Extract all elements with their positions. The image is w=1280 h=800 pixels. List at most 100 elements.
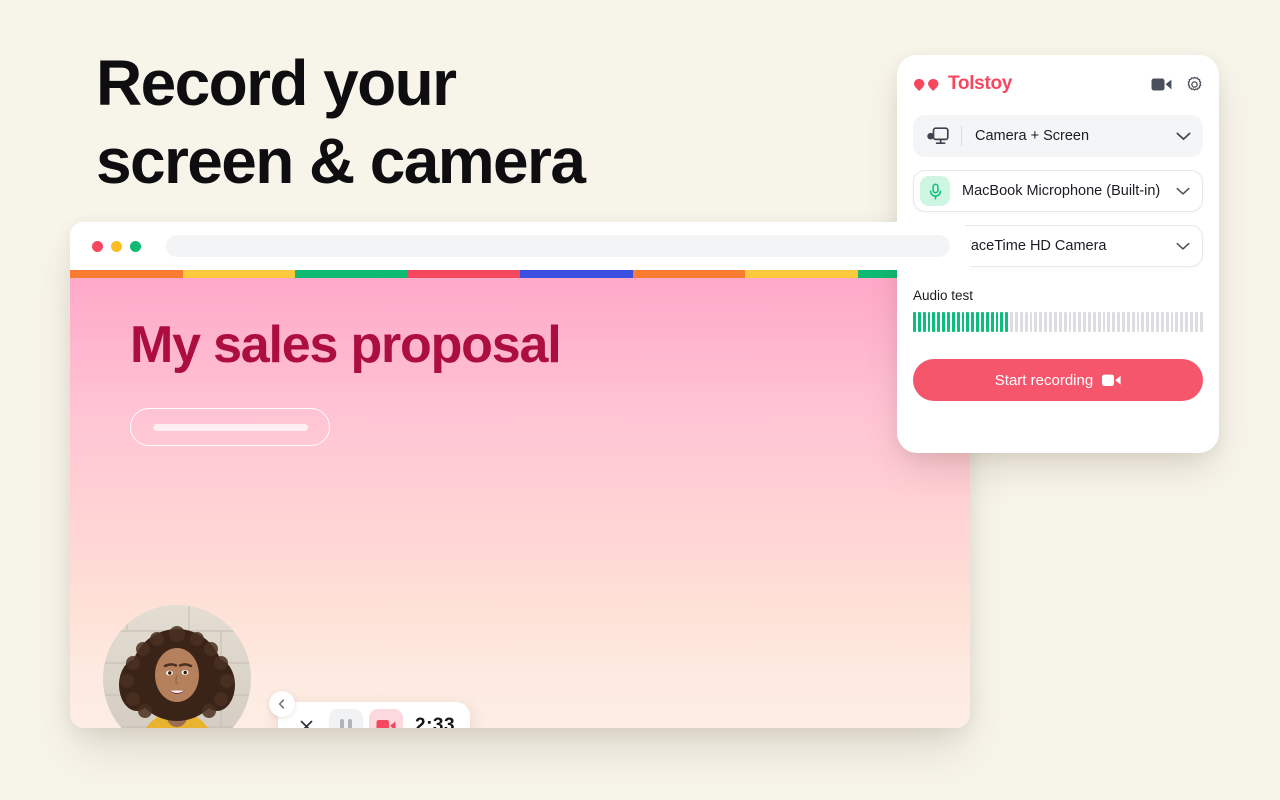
- stripe-segment: [745, 270, 858, 278]
- microphone-icon: [920, 176, 950, 206]
- brand-logo: Tolstoy: [913, 73, 1012, 95]
- window-minimize-icon[interactable]: [111, 240, 122, 252]
- audio-meter-bar: [995, 312, 999, 332]
- audio-meter-bar: [1005, 312, 1009, 332]
- audio-meter-bar: [932, 312, 936, 332]
- audio-meter-bar: [1107, 312, 1111, 332]
- screen-camera-icon: [927, 126, 949, 146]
- window-close-icon[interactable]: [92, 240, 103, 252]
- audio-meter-bar: [956, 312, 960, 332]
- stripe-segment: [295, 270, 408, 278]
- audio-level-meter: [913, 312, 1203, 332]
- panel-header: Tolstoy: [913, 55, 1203, 107]
- audio-test-section: Audio test: [913, 288, 1203, 332]
- audio-meter-bar: [913, 312, 916, 332]
- audio-meter-bar: [1063, 312, 1067, 332]
- chevron-down-icon[interactable]: [1176, 242, 1190, 251]
- audio-meter-bar: [1087, 312, 1091, 332]
- recording-source-select[interactable]: Camera + Screen: [913, 115, 1203, 157]
- audio-meter-bar: [937, 312, 941, 332]
- audio-meter-bar: [1185, 312, 1188, 332]
- stripe-segment: [70, 270, 183, 278]
- traffic-lights: [86, 240, 141, 252]
- stripe-segment: [632, 270, 745, 278]
- collapse-toolbar-button[interactable]: [269, 691, 295, 717]
- audio-meter-bar: [1000, 312, 1004, 332]
- audio-meter-bar: [942, 312, 946, 332]
- audio-meter-bar: [1121, 312, 1125, 332]
- audio-meter-bar: [1102, 312, 1106, 332]
- stripe-segment: [407, 270, 520, 278]
- stripe-segment: [520, 270, 633, 278]
- audio-meter-bar: [1044, 312, 1048, 332]
- audio-meter-bar: [1092, 312, 1096, 332]
- audio-meter-bar: [1160, 312, 1164, 332]
- pause-icon: [340, 719, 352, 728]
- audio-meter-bar: [990, 312, 994, 332]
- select-divider: [961, 126, 962, 146]
- slide-cta-button[interactable]: [130, 408, 330, 446]
- audio-meter-bar: [985, 312, 989, 332]
- audio-meter-bar: [1189, 312, 1193, 332]
- audio-meter-bar: [1146, 312, 1150, 332]
- audio-meter-bar: [917, 312, 921, 332]
- stripe-segment: [182, 270, 295, 278]
- chevron-down-icon[interactable]: [1176, 132, 1191, 141]
- audio-meter-bar: [1180, 312, 1184, 332]
- start-recording-label: Start recording: [994, 371, 1094, 389]
- toggle-camera-button[interactable]: [369, 709, 403, 728]
- panel-header-actions: [1151, 76, 1203, 93]
- recording-timer: 2:33: [415, 715, 456, 728]
- audio-meter-bar: [1083, 312, 1086, 332]
- slide-cta-placeholder-bar: [152, 423, 308, 431]
- chevron-left-icon: [278, 699, 285, 709]
- tolstoy-dots-icon: [913, 77, 940, 92]
- audio-meter-bar: [1058, 312, 1062, 332]
- audio-meter-bar: [1073, 312, 1077, 332]
- audio-meter-bar: [1126, 312, 1130, 332]
- video-camera-icon[interactable]: [1151, 77, 1172, 92]
- camera-value: FaceTime HD Camera: [962, 238, 1107, 254]
- audio-meter-bar: [1068, 312, 1072, 332]
- audio-meter-bar: [1034, 312, 1038, 332]
- audio-meter-bar: [1155, 312, 1159, 332]
- presenter-webcam-bubble: [103, 605, 251, 728]
- audio-test-label: Audio test: [913, 288, 974, 303]
- audio-meter-bar: [961, 312, 965, 332]
- page-headline: Record your screen & camera: [96, 47, 586, 197]
- close-icon: [300, 720, 312, 728]
- start-recording-button[interactable]: Start recording: [913, 359, 1203, 401]
- audio-meter-bar: [951, 312, 955, 332]
- microphone-select[interactable]: MacBook Microphone (Built-in): [913, 170, 1203, 212]
- audio-meter-bar: [1078, 312, 1082, 332]
- recorder-buttons: 2:33: [278, 702, 471, 728]
- pause-recording-button[interactable]: [329, 709, 363, 728]
- gear-icon[interactable]: [1186, 76, 1203, 93]
- audio-meter-bar: [971, 312, 975, 332]
- audio-meter-bar: [1136, 312, 1140, 332]
- chevron-down-icon[interactable]: [1176, 187, 1190, 196]
- audio-meter-bar: [1131, 312, 1135, 332]
- audio-meter-bar: [981, 312, 984, 332]
- audio-meter-bar: [1199, 312, 1203, 332]
- stop-recording-button[interactable]: [289, 709, 323, 728]
- audio-meter-bar: [1170, 312, 1174, 332]
- audio-meter-bar: [1049, 312, 1052, 332]
- video-camera-icon: [1102, 374, 1121, 387]
- audio-meter-bar: [1019, 312, 1023, 332]
- audio-meter-bar: [1010, 312, 1014, 332]
- audio-meter-bar: [1165, 312, 1169, 332]
- decorative-stripe-bar: [70, 270, 970, 278]
- brand-name: Tolstoy: [948, 73, 1013, 94]
- browser-chrome: [70, 222, 970, 270]
- audio-meter-bar: [1175, 312, 1179, 332]
- url-input[interactable]: [166, 235, 950, 257]
- slide-title: My sales proposal: [130, 316, 562, 374]
- audio-meter-bar: [976, 312, 980, 332]
- slide-canvas: My sales proposal 2:33: [70, 278, 970, 728]
- video-camera-icon: [376, 720, 396, 728]
- audio-meter-bar: [966, 312, 970, 332]
- window-zoom-icon[interactable]: [130, 240, 141, 252]
- audio-meter-bar: [1097, 312, 1101, 332]
- audio-meter-bar: [1194, 312, 1198, 332]
